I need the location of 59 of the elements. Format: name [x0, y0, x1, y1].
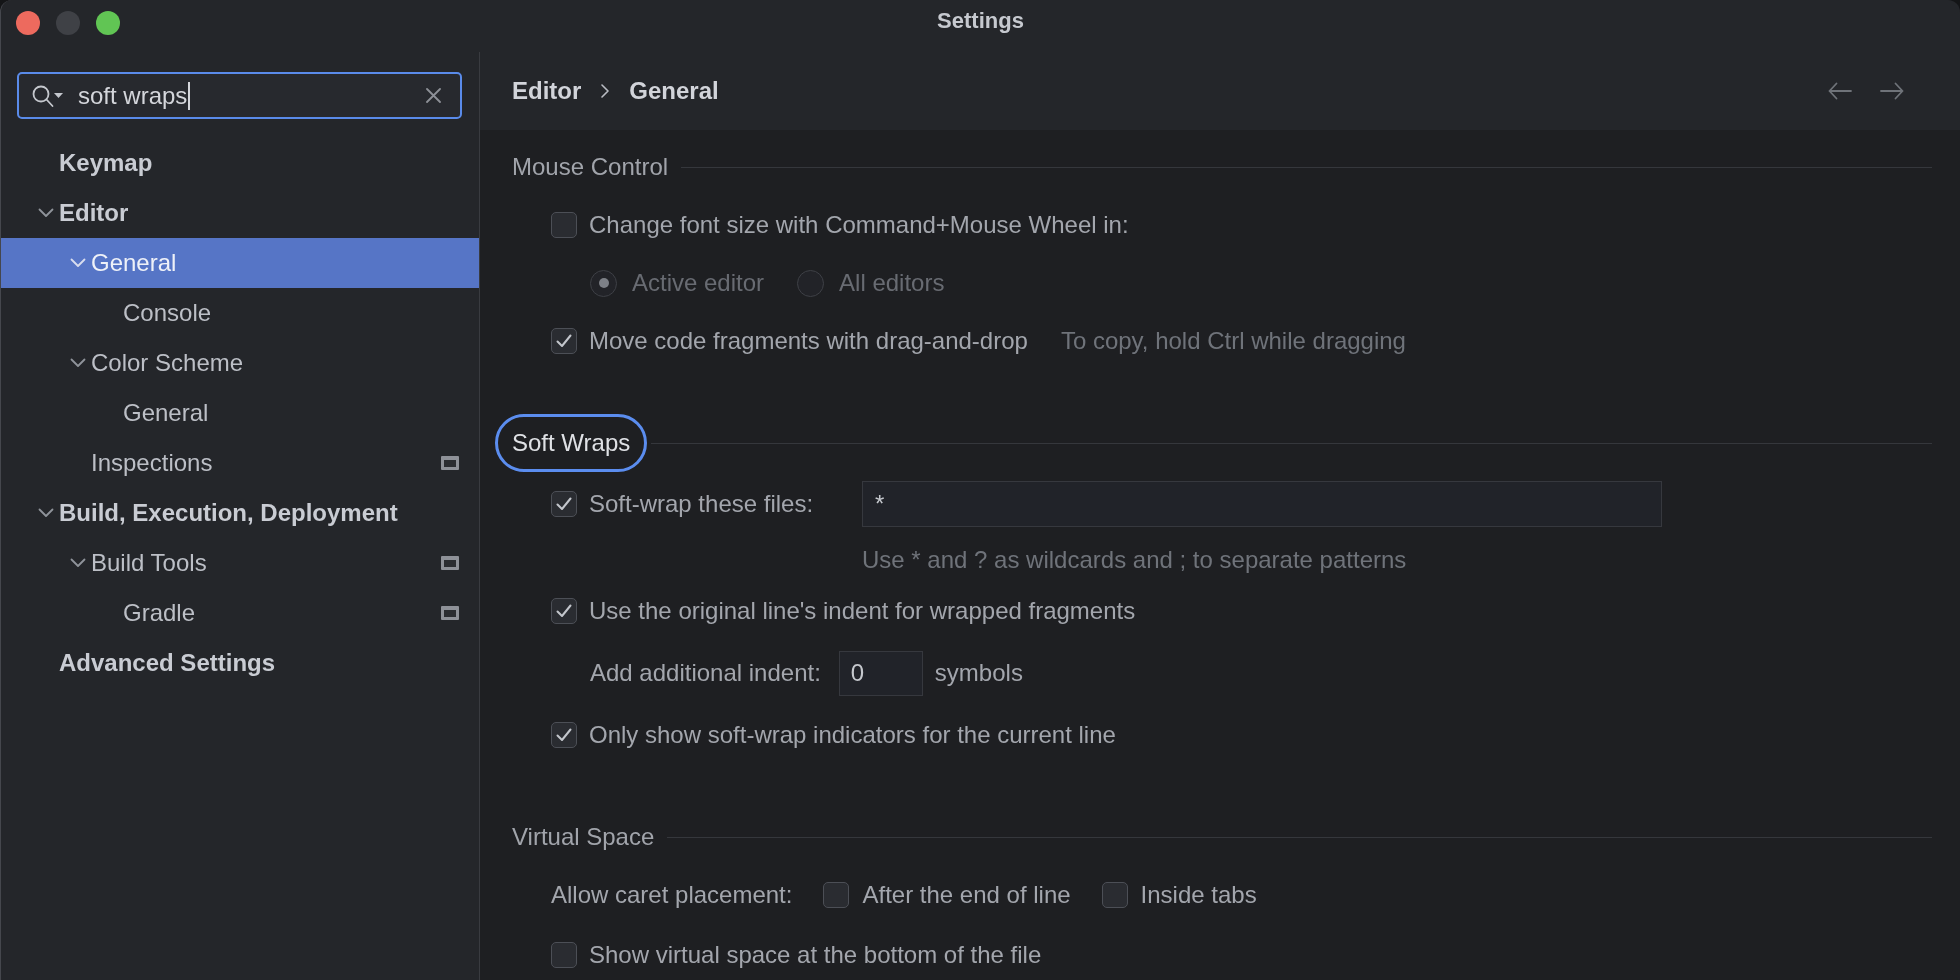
tree-item[interactable]: Inspections — [1, 438, 479, 488]
checkbox[interactable] — [551, 598, 577, 624]
checkbox-label: After the end of line — [862, 880, 1071, 910]
field-label: Add additional indent: — [590, 658, 821, 688]
left-arrow-icon[interactable] — [1828, 82, 1852, 100]
checkbox-label: Inside tabs — [1140, 880, 1257, 910]
checkbox-label: Change font size with Command+Mouse Wheel in: — [589, 210, 1129, 240]
checkbox-label: Move code fragments with drag-and-drop — [589, 326, 1028, 356]
section-heading: Virtual Space — [512, 823, 655, 851]
checkbox[interactable] — [551, 722, 577, 748]
checkbox[interactable] — [1101, 882, 1128, 908]
text-cursor — [188, 81, 191, 110]
tree-item[interactable]: Gradle — [1, 588, 479, 638]
tree-item[interactable]: Build Tools — [1, 538, 479, 588]
number-field[interactable]: 0 — [838, 650, 923, 696]
unit-label: symbols — [934, 658, 1023, 688]
radio-label: Active editor — [632, 268, 765, 298]
checkmark-icon — [556, 497, 572, 511]
chevron-down-icon[interactable] — [70, 558, 86, 568]
checkbox[interactable] — [551, 491, 577, 517]
window-title: Settings — [937, 6, 1024, 35]
checkbox-label: Only show soft-wrap indicators for the current line — [589, 720, 1116, 750]
chevron-right-icon — [601, 84, 610, 98]
tree-item[interactable]: General — [1, 238, 479, 288]
tree-item[interactable]: Console — [1, 288, 479, 338]
field-label: Allow caret placement: — [551, 880, 793, 910]
section-heading: Soft Wraps — [495, 414, 648, 472]
checkbox[interactable] — [823, 882, 850, 908]
window-close-button[interactable] — [16, 11, 40, 35]
checkmark-icon — [556, 728, 572, 742]
window-zoom-button[interactable] — [96, 11, 120, 35]
text-field[interactable]: * — [862, 481, 1662, 527]
radio-label: All editors — [839, 268, 945, 298]
tree-item[interactable]: Color Scheme — [1, 338, 479, 388]
tree-item[interactable]: General — [1, 388, 479, 438]
search-icon[interactable] — [31, 83, 63, 108]
chevron-down-icon[interactable] — [38, 208, 54, 218]
chevron-down-icon[interactable] — [38, 508, 54, 518]
checkbox-label: Use the original line's indent for wrapped fragments — [589, 596, 1136, 626]
breadcrumb-item[interactable]: Editor — [512, 73, 582, 109]
tree-item[interactable]: Keymap — [1, 138, 479, 188]
checkbox[interactable] — [551, 212, 577, 238]
checkmark-icon — [556, 334, 572, 348]
chevron-down-icon[interactable] — [70, 358, 86, 368]
checkbox[interactable] — [551, 328, 577, 354]
hint-text: Use * and ? as wildcards and ; to separate patterns — [862, 546, 1407, 573]
breadcrumb-item[interactable]: General — [629, 73, 719, 109]
tree-item[interactable]: Editor — [1, 188, 479, 238]
right-arrow-icon[interactable] — [1880, 82, 1904, 100]
tree-item[interactable]: Build, Execution, Deployment — [1, 488, 479, 538]
checkbox-label: Soft-wrap these files: — [589, 489, 814, 519]
tree-item[interactable]: Advanced Settings — [1, 638, 479, 688]
checkbox-label: Show virtual space at the bottom of the file — [589, 940, 1042, 970]
checkbox[interactable] — [551, 942, 577, 968]
close-icon[interactable] — [426, 88, 441, 103]
search-field[interactable]: soft wraps — [17, 72, 462, 119]
checkmark-icon — [556, 604, 572, 618]
hint-text: To copy, hold Ctrl while dragging — [1060, 326, 1406, 356]
section-heading: Mouse Control — [512, 153, 669, 181]
